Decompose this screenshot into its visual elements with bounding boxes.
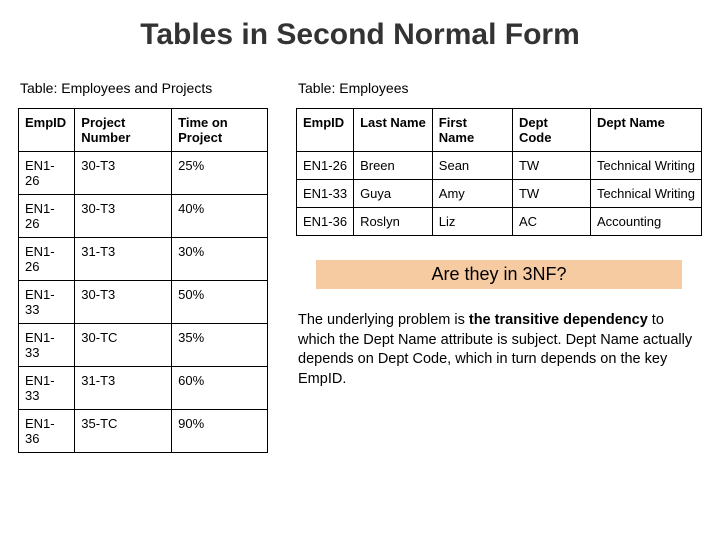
cell: Breen <box>354 152 433 180</box>
cell: Roslyn <box>354 208 433 236</box>
table-row: EN1-3330-T350% <box>19 281 268 324</box>
cell: Guya <box>354 180 433 208</box>
table-row: EN1-2630-T340% <box>19 195 268 238</box>
callout-3nf: Are they in 3NF? <box>316 260 682 289</box>
table-row: EN1-2630-T325% <box>19 152 268 195</box>
table-row: EN1-33GuyaAmyTWTechnical Writing <box>297 180 702 208</box>
cell: AC <box>512 208 590 236</box>
table-row: EN1-3330-TC35% <box>19 324 268 367</box>
cell: EN1-26 <box>19 152 75 195</box>
cell: 30-TC <box>75 324 172 367</box>
table-header-row: EmpID Project Number Time on Project <box>19 109 268 152</box>
left-column: Table: Employees and Projects EmpID Proj… <box>18 80 268 453</box>
cell: EN1-36 <box>19 410 75 453</box>
cell: EN1-33 <box>19 367 75 410</box>
cell: 50% <box>172 281 268 324</box>
cell: 31-T3 <box>75 367 172 410</box>
cell: Amy <box>432 180 512 208</box>
cell: TW <box>512 152 590 180</box>
para-text: The underlying problem is <box>298 312 469 328</box>
right-column: Table: Employees EmpID Last Name First N… <box>296 80 702 389</box>
table-header-row: EmpID Last Name First Name Dept Code Dep… <box>297 109 702 152</box>
columns: Table: Employees and Projects EmpID Proj… <box>18 80 702 453</box>
cell: Liz <box>432 208 512 236</box>
cell: Technical Writing <box>590 152 701 180</box>
cell: Technical Writing <box>590 180 701 208</box>
cell: 25% <box>172 152 268 195</box>
cell: 30-T3 <box>75 281 172 324</box>
col-header: First Name <box>432 109 512 152</box>
left-table-caption: Table: Employees and Projects <box>20 80 268 96</box>
col-header: Last Name <box>354 109 433 152</box>
cell: 30-T3 <box>75 152 172 195</box>
cell: 30% <box>172 238 268 281</box>
employees-projects-table: EmpID Project Number Time on Project EN1… <box>18 108 268 453</box>
cell: TW <box>512 180 590 208</box>
table-row: EN1-26BreenSeanTWTechnical Writing <box>297 152 702 180</box>
cell: Sean <box>432 152 512 180</box>
col-header: EmpID <box>297 109 354 152</box>
table-row: EN1-36RoslynLizACAccounting <box>297 208 702 236</box>
employees-table: EmpID Last Name First Name Dept Code Dep… <box>296 108 702 236</box>
slide-title: Tables in Second Normal Form <box>18 18 702 52</box>
cell: EN1-26 <box>297 152 354 180</box>
para-bold: the transitive dependency <box>469 312 648 328</box>
cell: EN1-36 <box>297 208 354 236</box>
col-header: Dept Name <box>590 109 701 152</box>
table-row: EN1-2631-T330% <box>19 238 268 281</box>
col-header: Dept Code <box>512 109 590 152</box>
col-header: Project Number <box>75 109 172 152</box>
table-row: EN1-3331-T360% <box>19 367 268 410</box>
cell: EN1-33 <box>19 324 75 367</box>
cell: Accounting <box>590 208 701 236</box>
cell: 31-T3 <box>75 238 172 281</box>
cell: 35-TC <box>75 410 172 453</box>
cell: 60% <box>172 367 268 410</box>
explanation-paragraph: The underlying problem is the transitive… <box>298 311 700 389</box>
col-header: Time on Project <box>172 109 268 152</box>
cell: EN1-33 <box>19 281 75 324</box>
col-header: EmpID <box>19 109 75 152</box>
cell: EN1-26 <box>19 238 75 281</box>
cell: 30-T3 <box>75 195 172 238</box>
cell: 35% <box>172 324 268 367</box>
cell: EN1-26 <box>19 195 75 238</box>
cell: 40% <box>172 195 268 238</box>
cell: EN1-33 <box>297 180 354 208</box>
cell: 90% <box>172 410 268 453</box>
table-row: EN1-3635-TC90% <box>19 410 268 453</box>
right-table-caption: Table: Employees <box>298 80 702 96</box>
